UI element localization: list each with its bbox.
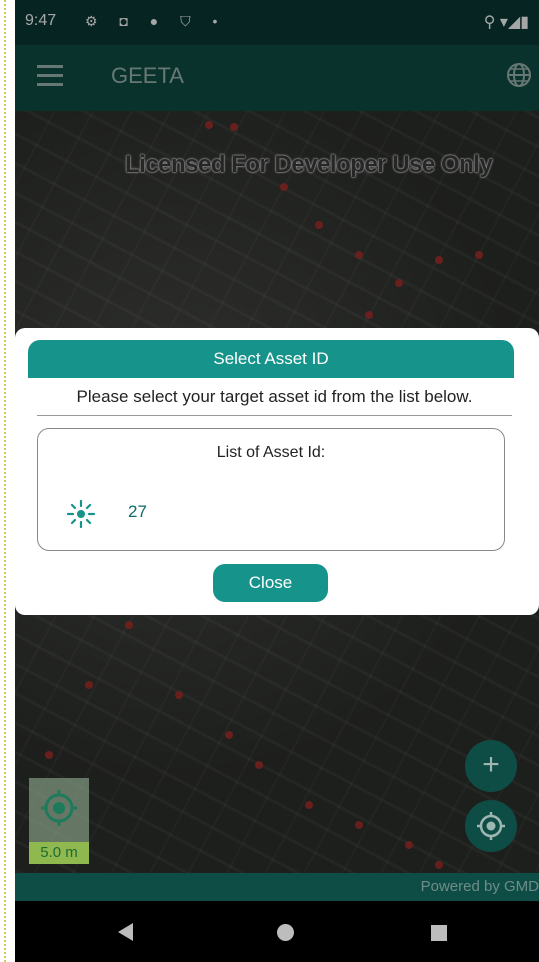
asset-list-title: List of Asset Id: xyxy=(216,444,326,461)
dialog-message: Please select your target asset id from … xyxy=(37,387,512,416)
crosshair-target-icon xyxy=(39,788,79,833)
android-nav-bar xyxy=(15,901,539,962)
accuracy-label: 5.0 m xyxy=(29,842,89,864)
asset-sun-icon xyxy=(66,499,96,534)
asset-id-value: 27 xyxy=(128,502,147,521)
powered-by-label: Powered by GMD xyxy=(420,878,539,895)
nav-home-icon[interactable] xyxy=(277,924,294,941)
zoom-in-button[interactable]: + xyxy=(465,740,517,792)
gps-accuracy-widget[interactable]: 5.0 m xyxy=(29,778,89,864)
asset-list-item[interactable]: 27 xyxy=(66,495,366,529)
nav-back-icon[interactable] xyxy=(118,923,133,941)
map-footer: Powered by GMD xyxy=(15,873,539,901)
locate-icon xyxy=(477,812,505,840)
dialog-title: Select Asset ID xyxy=(28,340,514,378)
close-button[interactable]: Close xyxy=(213,564,328,602)
select-asset-dialog: Select Asset ID Please select your targe… xyxy=(15,328,539,615)
my-location-button[interactable] xyxy=(465,800,517,852)
screenshot-border xyxy=(4,0,13,962)
nav-recents-icon[interactable] xyxy=(431,925,447,941)
asset-id-list: List of Asset Id: 27 xyxy=(37,428,505,551)
